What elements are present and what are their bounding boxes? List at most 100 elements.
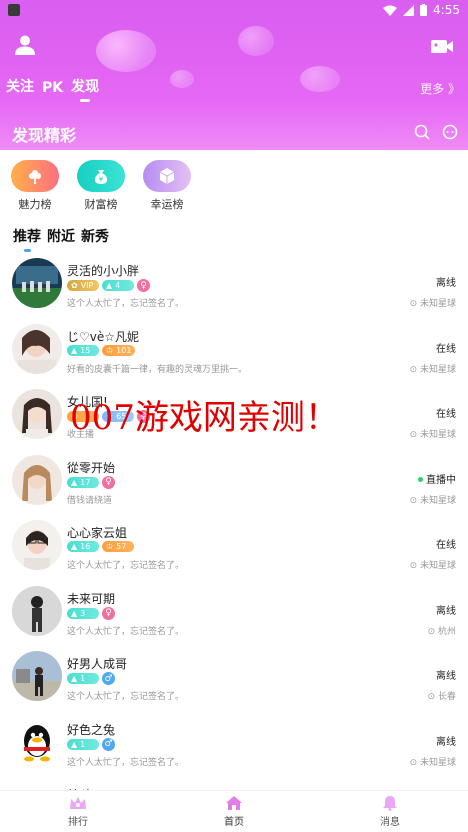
- user-location: ⊙ 长春: [427, 692, 456, 702]
- user-location: ⊙ 杭州: [427, 626, 456, 637]
- user-signature: 好看的皮囊千篇一律，有趣的灵魂万里挑一。: [67, 364, 248, 375]
- user-location: ⊙ 未知星球: [409, 495, 456, 506]
- luck-rank-pill: [143, 160, 191, 192]
- user-badges: ▲ 16 ♔ 57: [67, 541, 134, 552]
- avatar[interactable]: [12, 520, 62, 570]
- user-row[interactable]: 未来可期 ▲ 3 ♀ 这个人太忙了，忘记签名了。 离线 ⊙ 杭州: [0, 580, 468, 646]
- app-status-icon: [8, 4, 20, 16]
- user-state: 离线: [436, 671, 456, 682]
- avatar[interactable]: [12, 323, 62, 374]
- user-row[interactable]: 好男人成哥 ▲ 1 ♂ 这个人太忙了，忘记签名了。 离线 ⊙ 长春: [0, 645, 468, 711]
- user-name: 灵活的小小胖: [67, 264, 140, 278]
- location-pin-icon: ⊙: [409, 364, 420, 375]
- user-name: 未来可期: [67, 591, 116, 606]
- home-icon: [226, 796, 242, 810]
- user-location: ⊙ 未知星球: [409, 430, 456, 440]
- male-icon: ♂: [102, 672, 115, 685]
- user-list: 灵活的小小胖 ✿ VIP ▲ 4 ♀ 这个人太忙了，忘记签名了。 离线 ⊙ 未知星球…: [0, 252, 468, 832]
- header: 4:55 关注 PK 发现 更多 》 发现精彩: [0, 0, 468, 150]
- search-icon[interactable]: [414, 124, 430, 140]
- level-badge: ▲ 4: [102, 280, 134, 291]
- female-icon: ♀: [137, 410, 150, 423]
- wifi-icon: [383, 5, 398, 16]
- user-state: 离线: [436, 605, 456, 617]
- luck-rank-button[interactable]: 幸运榜: [143, 160, 191, 212]
- user-profile-icon[interactable]: [14, 34, 36, 56]
- subtab-newcomer[interactable]: 新秀: [81, 226, 109, 246]
- user-location: ⊙ 未知星球: [409, 757, 456, 768]
- status-time: 4:55: [433, 3, 460, 17]
- avatar[interactable]: [12, 716, 62, 767]
- avatar[interactable]: [12, 585, 62, 636]
- female-icon: ♀: [102, 475, 115, 489]
- male-icon: ♂: [102, 737, 115, 751]
- avatar[interactable]: [12, 258, 62, 308]
- female-icon: ♀: [137, 279, 150, 292]
- battery-icon: [420, 4, 428, 16]
- user-name: 從零开始: [67, 460, 116, 475]
- level-badge: ▲ 3: [67, 607, 99, 619]
- svg-text:¥: ¥: [99, 176, 104, 184]
- subtab-recommend[interactable]: 推荐: [13, 226, 41, 252]
- user-badges: ▲ 1 ♂: [67, 737, 115, 751]
- level-badge: ▲ 1: [67, 738, 99, 750]
- user-row[interactable]: じ♡vè☆凡妮 ▲ 15 ♔ 101 好看的皮囊千篇一律，有趣的灵魂万里挑一。 在线…: [0, 318, 468, 384]
- more-link[interactable]: 更多 》: [420, 80, 460, 97]
- user-row[interactable]: 女儿国! ♔ ★ 65 ♀ 收主播 在线 ⊙ 未知星球: [0, 383, 468, 449]
- user-state: 在线: [436, 540, 456, 551]
- user-state: 在线: [436, 409, 456, 420]
- decor-bubble: [300, 66, 340, 92]
- wealth-rank-button[interactable]: ¥ 财富榜: [77, 160, 125, 212]
- tab-follow[interactable]: 关注: [6, 76, 34, 102]
- luck-rank-label: 幸运榜: [150, 198, 184, 211]
- charm-rank-button[interactable]: 魅力榜: [11, 160, 59, 212]
- wealth-rank-pill: ¥: [77, 160, 125, 192]
- flower-icon: [29, 170, 41, 184]
- video-camera-icon[interactable]: [430, 36, 454, 56]
- user-signature: 这个人太忙了，忘记签名了。: [67, 757, 185, 768]
- charm-rank-pill: [11, 160, 59, 192]
- avatar[interactable]: [12, 454, 62, 505]
- money-bag-icon: ¥: [94, 170, 108, 184]
- subtab-nearby[interactable]: 附近: [47, 226, 75, 246]
- avatar[interactable]: [12, 651, 62, 701]
- nav-home[interactable]: 首页: [156, 791, 312, 832]
- user-state: 离线: [436, 736, 456, 748]
- location-pin-icon: ⊙: [409, 430, 420, 440]
- nav-messages-label: 消息: [380, 817, 400, 828]
- avatar[interactable]: [12, 389, 62, 439]
- level-badge: ▲ 1: [67, 673, 99, 684]
- status-bar: 4:55: [0, 0, 468, 20]
- crown-icon: [70, 797, 86, 809]
- cube-icon: [159, 168, 175, 184]
- top-tabs: 关注 PK 发现: [6, 76, 99, 102]
- live-indicator-icon: [418, 477, 423, 482]
- user-name: 好男人成哥: [67, 657, 128, 671]
- charm-rank-label: 魅力榜: [18, 198, 52, 211]
- nav-messages[interactable]: 消息: [312, 791, 468, 832]
- user-row[interactable]: 好色之兔 ▲ 1 ♂ 这个人太忙了，忘记签名了。 离线 ⊙ 未知星球: [0, 711, 468, 777]
- nav-rank[interactable]: 排行: [0, 791, 156, 832]
- tab-pk[interactable]: PK: [42, 80, 63, 102]
- tab-discover[interactable]: 发现: [71, 76, 99, 102]
- location-pin-icon: ⊙: [427, 626, 438, 637]
- user-location: ⊙ 未知星球: [409, 299, 456, 309]
- location-pin-icon: ⊙: [409, 757, 420, 768]
- user-row[interactable]: 灵活的小小胖 ✿ VIP ▲ 4 ♀ 这个人太忙了，忘记签名了。 离线 ⊙ 未知星球: [0, 252, 468, 318]
- user-signature: 借钱请绕道: [67, 495, 113, 506]
- chat-icon[interactable]: [442, 124, 458, 140]
- nav-rank-label: 排行: [68, 817, 88, 828]
- user-row[interactable]: 從零开始 ▲ 17 ♀ 借钱请绕道 直播中 ⊙ 未知星球: [0, 449, 468, 515]
- user-state: 在线: [436, 343, 456, 355]
- user-badges: ✿ VIP ▲ 4 ♀: [67, 279, 150, 292]
- user-row[interactable]: 心心家云姐 ▲ 16 ♔ 57 这个人太忙了，忘记签名了。 在线 ⊙ 未知星球: [0, 514, 468, 580]
- level-badge: ♔ 101: [102, 344, 136, 356]
- bottom-nav: 排行 首页 消息: [0, 790, 468, 832]
- level-badge: ♔ 57: [102, 541, 134, 552]
- female-icon: ♀: [102, 606, 115, 620]
- location-pin-icon: ⊙: [409, 495, 420, 506]
- signal-icon: [403, 4, 415, 16]
- user-location: ⊙ 未知星球: [409, 561, 456, 571]
- level-badge: ★ 65: [102, 411, 134, 422]
- user-name: じ♡vè☆凡妮: [67, 329, 140, 344]
